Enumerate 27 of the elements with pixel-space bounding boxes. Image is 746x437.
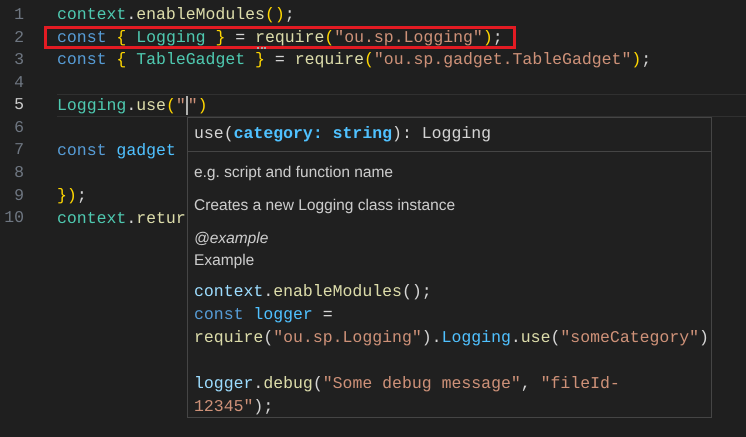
signature: use(category: string): Logging [188, 118, 711, 152]
example-code-line: context.enableModules(); [194, 282, 432, 301]
example-code-line: const logger = [194, 305, 333, 324]
line-number: 3 [13, 49, 24, 72]
line-number: 9 [13, 184, 24, 207]
doc-heading: Example [194, 251, 256, 271]
line-number: 2 [13, 26, 24, 49]
code-line: Logging.use("") [57, 96, 208, 116]
line-number: 5 [13, 94, 24, 116]
doc-text: Creates a new Logging class instance [194, 196, 456, 216]
code-line: context.retur [57, 208, 186, 229]
example-code-line: 12345"); [194, 397, 274, 416]
line-number: 8 [13, 162, 24, 184]
line-number: 4 [13, 72, 24, 94]
line-number: 7 [13, 139, 24, 162]
text-cursor [186, 96, 188, 115]
line-number: 10 [3, 207, 24, 230]
doc-text: e.g. script and function name [194, 163, 394, 183]
example-code-line: logger.debug("Some debug message", "fileId- [194, 374, 620, 393]
code-line: }); [57, 186, 87, 206]
doc-tag: @example [194, 228, 705, 250]
line-number: 1 [13, 4, 24, 26]
example-code-line: require("ou.sp.Logging").Logging.use("someCategory") [194, 328, 709, 347]
code-line: const gadget [57, 140, 176, 161]
code-line: context.enableModules(); [57, 5, 295, 26]
code-line: const { TableGadget } = require("ou.sp.gadget.TableGadget"); [57, 50, 652, 70]
line-number: 6 [13, 116, 24, 139]
